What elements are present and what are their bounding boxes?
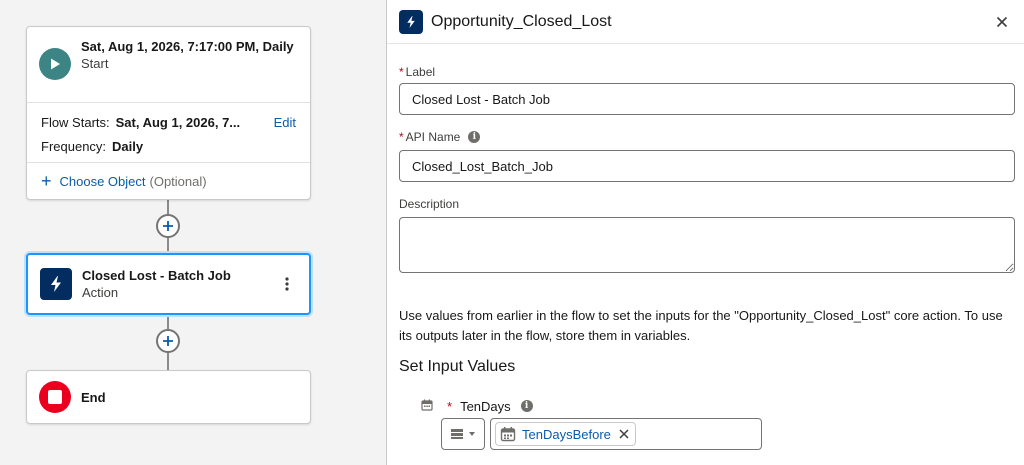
properties-panel: Opportunity_Closed_Lost * Label * API Na… xyxy=(386,0,1024,465)
label-field-label: * Label xyxy=(399,63,1012,81)
action-element-card[interactable]: Closed Lost - Batch Job Action xyxy=(26,253,311,315)
end-element-card[interactable]: End xyxy=(26,370,311,424)
flow-canvas: Sat, Aug 1, 2026, 7:17:00 PM, Daily Star… xyxy=(0,0,386,465)
lightning-icon xyxy=(40,268,72,300)
end-card-title: End xyxy=(81,389,106,405)
stop-icon xyxy=(39,381,71,413)
description-field-text: Description xyxy=(399,197,460,211)
close-icon[interactable] xyxy=(992,12,1012,32)
flow-starts-value: Sat, Aug 1, 2026, 7... xyxy=(115,114,241,130)
resource-pill: TenDaysBefore xyxy=(495,422,636,446)
tendays-controls: TenDaysBefore xyxy=(441,418,762,450)
api-name-input[interactable] xyxy=(399,150,1015,182)
api-name-field-text: API Name xyxy=(405,130,461,144)
label-field-text: Label xyxy=(405,65,436,79)
chevron-down-icon xyxy=(469,432,475,436)
help-text: Use values from earlier in the flow to s… xyxy=(399,308,1003,343)
more-actions-icon[interactable] xyxy=(277,272,297,296)
info-icon[interactable]: i xyxy=(468,131,481,143)
start-card-header: Sat, Aug 1, 2026, 7:17:00 PM, Daily Star… xyxy=(27,27,310,103)
tendays-value-input[interactable]: TenDaysBefore xyxy=(490,418,762,450)
required-marker: * xyxy=(399,130,404,144)
pill-label: TenDaysBefore xyxy=(522,426,611,442)
label-input[interactable] xyxy=(399,83,1015,115)
description-textarea[interactable] xyxy=(399,217,1015,273)
action-card-titles: Closed Lost - Batch Job Action xyxy=(82,267,231,301)
frequency-row: Frequency: Daily xyxy=(27,134,310,158)
start-element-card[interactable]: Sat, Aug 1, 2026, 7:17:00 PM, Daily Star… xyxy=(26,26,311,200)
api-name-field-label: * API Name i xyxy=(399,128,1012,146)
plus-icon xyxy=(163,221,173,231)
plus-icon: + xyxy=(41,171,52,191)
start-card-subtitle: Start xyxy=(81,56,109,71)
calendar-icon xyxy=(421,399,433,414)
description-field-label: Description xyxy=(399,195,1012,213)
tendays-label-text: TenDays xyxy=(460,398,511,414)
stack-icon xyxy=(451,429,463,439)
required-marker: * xyxy=(399,65,404,79)
edit-schedule-link[interactable]: Edit xyxy=(274,115,296,130)
start-card-title: Sat, Aug 1, 2026, 7:17:00 PM, Daily xyxy=(81,39,294,54)
start-card-titles: Sat, Aug 1, 2026, 7:17:00 PM, Daily Star… xyxy=(81,38,294,72)
add-element-button[interactable] xyxy=(156,214,180,238)
panel-body: * Label * API Name i Description Use val… xyxy=(387,44,1024,376)
panel-title: Opportunity_Closed_Lost xyxy=(431,12,612,30)
remove-icon[interactable] xyxy=(619,429,629,439)
action-card-title: Closed Lost - Batch Job xyxy=(82,268,231,283)
section-title: Set Input Values xyxy=(399,358,516,375)
action-card-subtitle: Action xyxy=(82,285,119,300)
choose-object-optional: (Optional) xyxy=(149,173,207,189)
lightning-icon xyxy=(399,9,423,34)
input-parameter-row: * TenDays i TenDaysBefore xyxy=(421,398,762,450)
flow-builder: Sat, Aug 1, 2026, 7:17:00 PM, Daily Star… xyxy=(0,0,1024,465)
end-card-titles: End xyxy=(81,389,106,406)
frequency-value: Daily xyxy=(112,138,144,154)
start-card-details: Flow Starts: Sat, Aug 1, 2026, 7... Edit… xyxy=(27,103,310,163)
flow-starts-row: Flow Starts: Sat, Aug 1, 2026, 7... Edit xyxy=(27,110,310,134)
choose-object-label: Choose Object xyxy=(59,173,146,189)
tendays-label: * TenDays i xyxy=(421,398,762,414)
frequency-label: Frequency: xyxy=(41,138,107,154)
info-icon[interactable]: i xyxy=(520,400,533,412)
play-icon xyxy=(39,48,71,80)
choose-object-link[interactable]: + Choose Object (Optional) xyxy=(27,163,310,199)
panel-header: Opportunity_Closed_Lost xyxy=(387,0,1024,44)
flow-starts-label: Flow Starts: xyxy=(41,114,110,130)
plus-icon xyxy=(163,336,173,346)
required-marker: * xyxy=(447,398,453,414)
calendar-icon xyxy=(500,427,516,442)
resource-type-picker[interactable] xyxy=(441,418,485,450)
add-element-button[interactable] xyxy=(156,329,180,353)
